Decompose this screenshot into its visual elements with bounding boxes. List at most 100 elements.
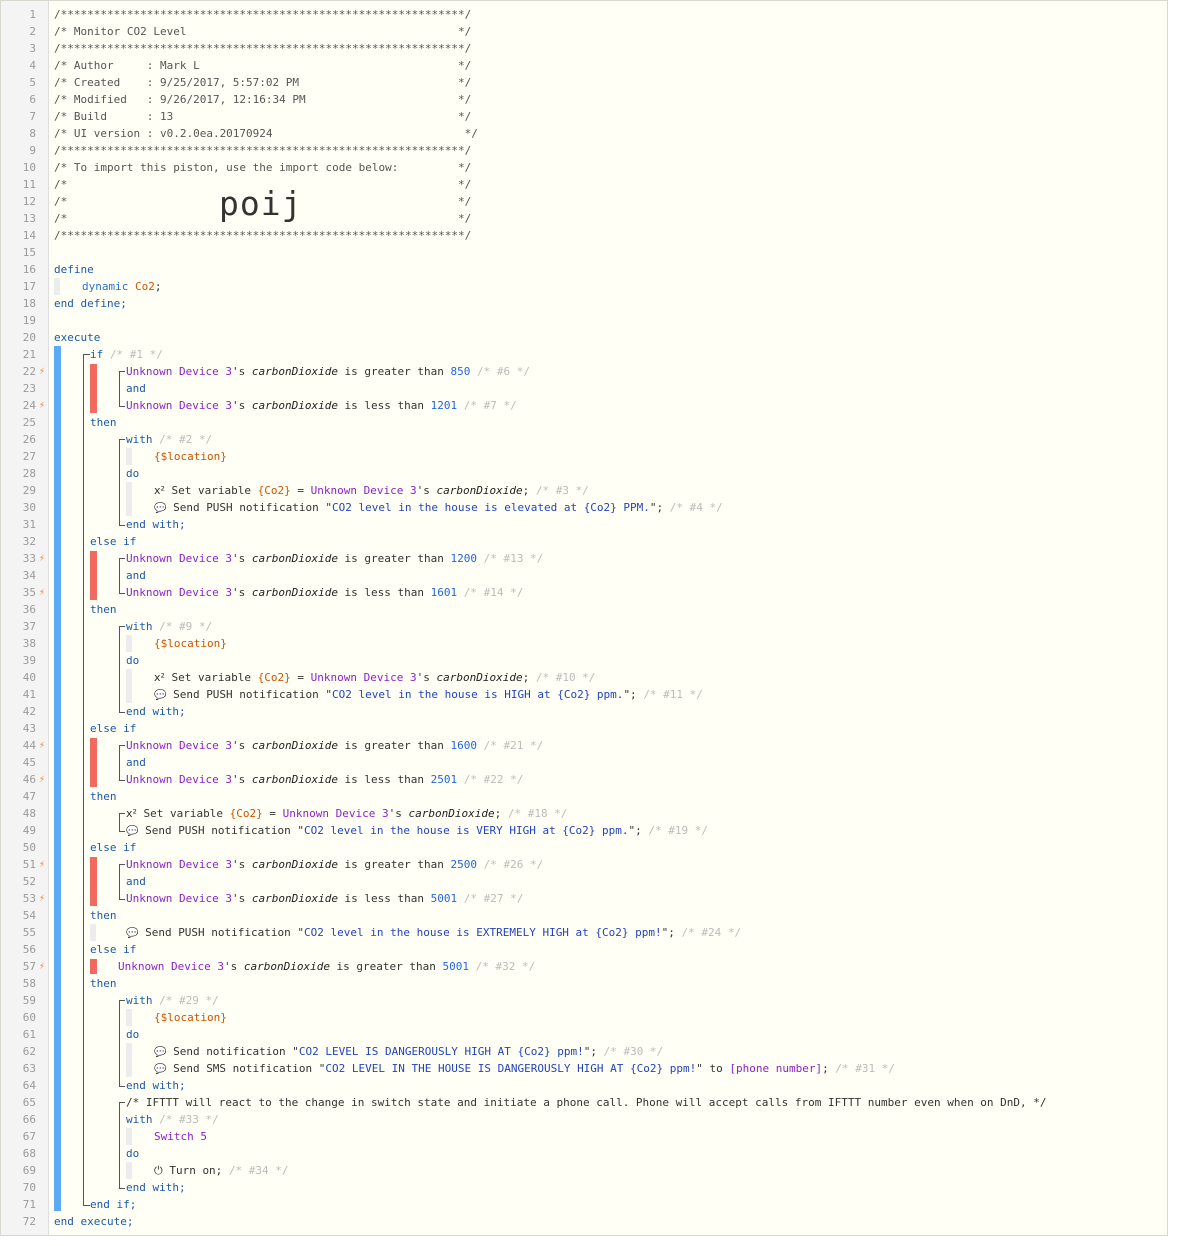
line-number: 31 <box>22 518 36 531</box>
code-token: and <box>126 569 146 582</box>
code-token: /* #14 */ <box>463 586 524 599</box>
line-number: 51 <box>22 858 36 871</box>
speech-bubble-icon: 💬 <box>154 1047 167 1058</box>
code-token: carbonDioxide <box>243 960 330 973</box>
code-token: Send PUSH notification <box>138 926 298 939</box>
code-token: /* IFTTT will react to the change in swi… <box>126 1096 1047 1109</box>
code-token: carbonDioxide <box>251 858 338 871</box>
line-number: 7 <box>29 110 36 123</box>
code-token: = <box>290 484 311 497</box>
line-number: 23 <box>22 382 36 395</box>
line-number: 39 <box>22 654 36 667</box>
code-token: /* #22 */ <box>463 773 524 786</box>
code-token: else if <box>90 943 137 956</box>
line-number: 28 <box>22 467 36 480</box>
line-number: 24 <box>22 399 36 412</box>
code-token: dynamic <box>82 280 129 293</box>
code-token: is greater than <box>337 552 451 565</box>
line-number: 13 <box>22 212 36 225</box>
code-token: /***************************************… <box>54 229 472 242</box>
code-token: define <box>54 263 94 276</box>
execute-block-bar <box>54 346 61 1211</box>
lightning-bolt-icon: ⚡ <box>39 740 46 751</box>
code-token: then <box>90 603 117 616</box>
line-number: 35 <box>22 586 36 599</box>
code-token: /* Created : 9/25/2017, 5:57:02 PM */ <box>54 76 472 89</box>
code-token: Unknown <box>126 399 173 412</box>
code-token: 's <box>231 399 246 412</box>
code-token: Device 3 <box>178 586 232 599</box>
code-token: /* #18 */ <box>507 807 568 820</box>
code-token: 's <box>231 552 246 565</box>
speech-bubble-icon: 💬 <box>126 928 139 939</box>
code-token: Send PUSH notification <box>166 501 326 514</box>
condition-group-bar <box>90 857 97 906</box>
code-token: is greater than <box>337 739 451 752</box>
code-token: end with; <box>126 1079 186 1092</box>
code-token: Unknown <box>126 586 173 599</box>
code-token: /* #32 */ <box>475 960 536 973</box>
code-token: 's <box>416 484 430 497</box>
code-token: Device 3 <box>178 552 232 565</box>
code-token: Send PUSH notification <box>138 824 298 837</box>
code-token: with <box>126 1113 153 1126</box>
indent-guide <box>126 635 132 652</box>
line-number: 12 <box>22 195 36 208</box>
code-token: {$location} <box>154 637 227 650</box>
code-token: CO2 level in the house is VERY HIGH at {… <box>304 824 629 837</box>
line-number: 34 <box>22 569 36 582</box>
line-number: 67 <box>22 1130 36 1143</box>
code-token: else if <box>90 722 137 735</box>
line-number: 69 <box>22 1164 36 1177</box>
condition-bracket <box>119 745 125 781</box>
line-number: 33 <box>22 552 36 565</box>
code-token: CO2 level in the house is HIGH at {Co2} … <box>332 688 624 701</box>
line-number: 26 <box>22 433 36 446</box>
code-token: Unknown <box>118 960 165 973</box>
code-token: Send notification <box>166 1045 293 1058</box>
code-token: {$location} <box>154 1011 227 1024</box>
line-number: 49 <box>22 824 36 837</box>
code-token: then <box>90 790 117 803</box>
code-token: /* #19 */ <box>648 824 709 837</box>
line-number: 1 <box>29 8 36 21</box>
code-token: /* #11 */ <box>643 688 703 701</box>
code-token: 's <box>388 807 402 820</box>
speech-bubble-icon: 💬 <box>154 1064 167 1075</box>
code-token: Device 3 <box>178 858 232 871</box>
code-token: Co2 <box>134 280 155 293</box>
code-token: execute <box>54 331 101 344</box>
code-token: end with; <box>126 705 186 718</box>
line-number: 59 <box>22 994 36 1007</box>
code-token: do <box>126 654 140 667</box>
code-token: carbonDioxide <box>251 892 338 905</box>
line-number: 32 <box>22 535 36 548</box>
code-token: then <box>90 909 117 922</box>
code-token: /* #7 */ <box>463 399 517 412</box>
statement-bracket <box>119 1000 125 1087</box>
code-token: Set variable <box>164 671 258 684</box>
line-number: 45 <box>22 756 36 769</box>
line-number: 42 <box>22 705 36 718</box>
code-token: CO2 LEVEL IS DANGEROUSLY HIGH AT {Co2} p… <box>298 1045 584 1058</box>
code-token: /***************************************… <box>54 42 472 55</box>
code-token: /* #33 */ <box>159 1113 219 1126</box>
code-token: /* #24 */ <box>681 926 742 939</box>
line-number: 66 <box>22 1113 36 1126</box>
code-token: 1600 <box>450 739 478 752</box>
code-token: /* Modified : 9/26/2017, 12:16:34 PM */ <box>54 93 472 106</box>
line-number: 71 <box>22 1198 36 1211</box>
code-token: 's <box>231 586 246 599</box>
code-token: ; <box>154 280 162 293</box>
code-token: carbonDioxide <box>436 671 523 684</box>
